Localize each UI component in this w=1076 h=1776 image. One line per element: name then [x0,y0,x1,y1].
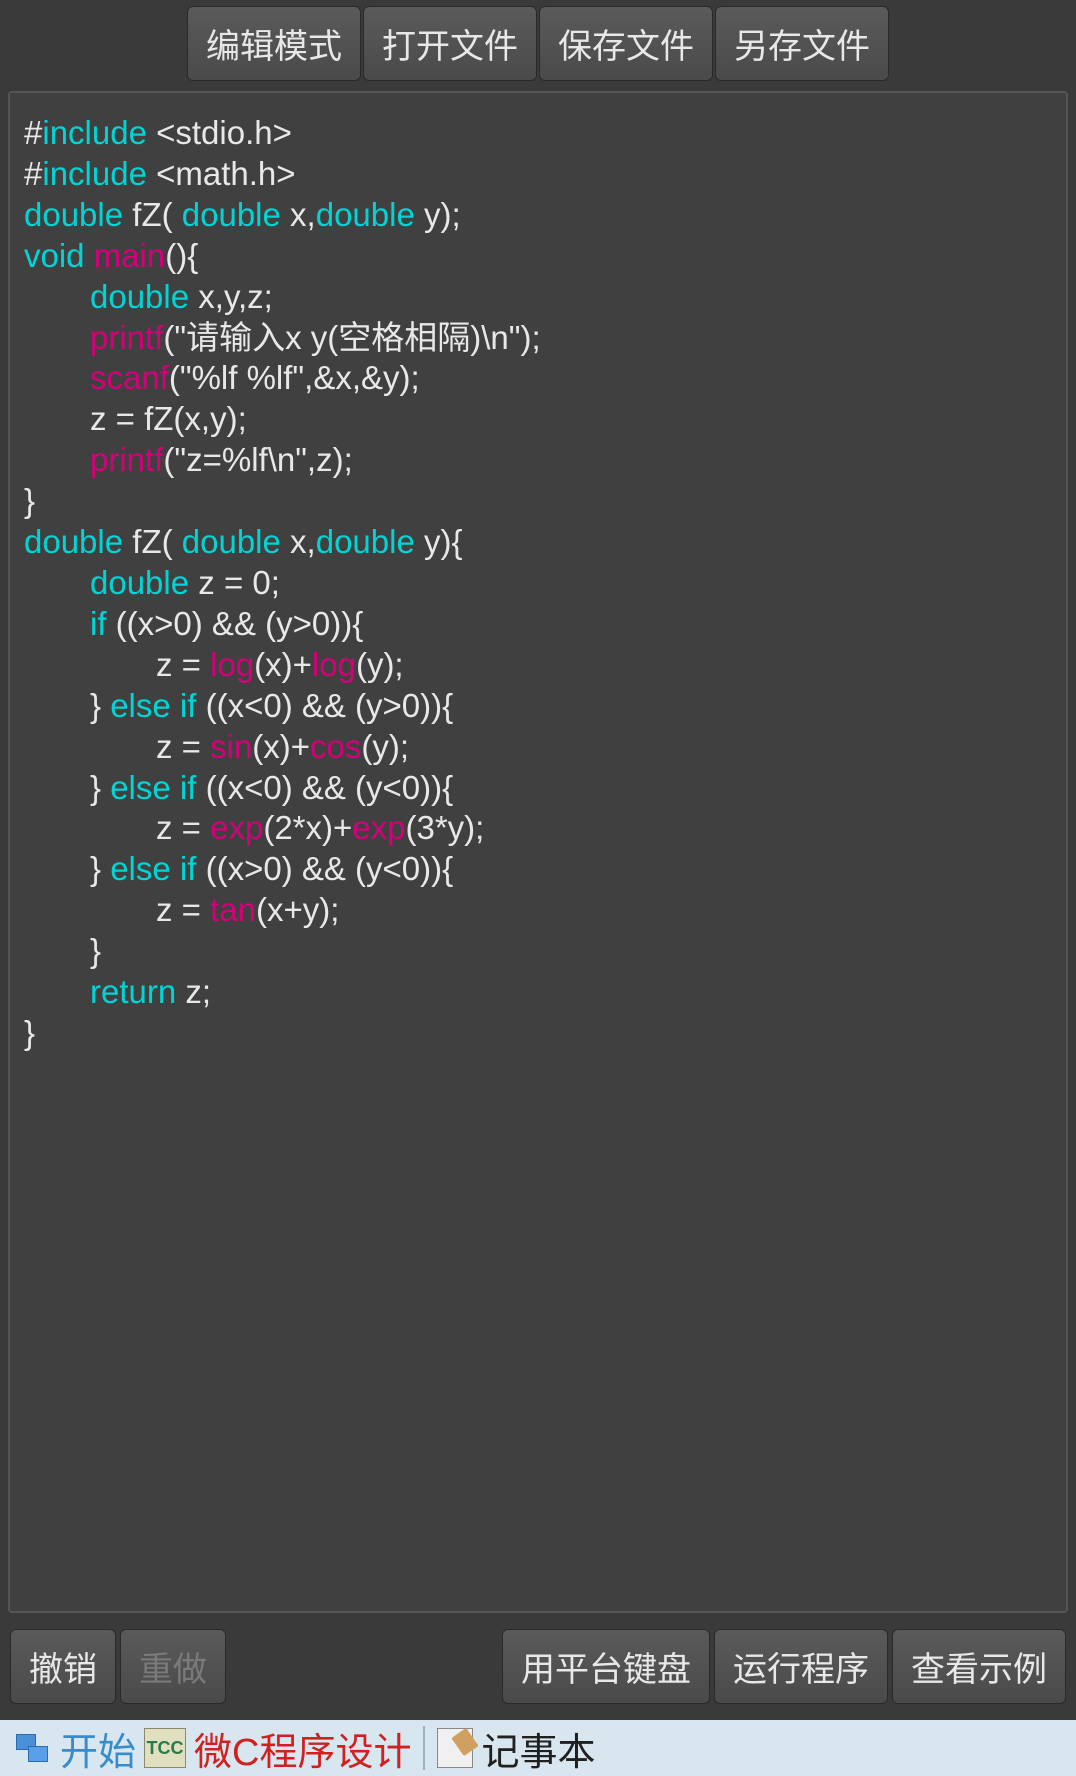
bottom-toolbar: 撤销 重做 用平台键盘 运行程序 查看示例 [0,1621,1076,1720]
taskbar-divider [423,1726,425,1770]
run-program-button[interactable]: 运行程序 [714,1629,888,1704]
taskbar-app-notepad[interactable]: 记事本 [481,1721,595,1776]
redo-button[interactable]: 重做 [120,1629,226,1704]
edit-mode-button[interactable]: 编辑模式 [187,6,361,81]
code-content: #include <stdio.h> #include <math.h> dou… [24,113,1052,1054]
start-button[interactable]: 开始 [60,1721,136,1776]
view-examples-button[interactable]: 查看示例 [892,1629,1066,1704]
save-as-button[interactable]: 另存文件 [715,6,889,81]
platform-keyboard-button[interactable]: 用平台键盘 [502,1629,710,1704]
code-editor[interactable]: #include <stdio.h> #include <math.h> dou… [8,91,1068,1613]
tcc-app-icon[interactable]: TCC [144,1728,186,1768]
top-toolbar: 编辑模式 打开文件 保存文件 另存文件 [0,0,1076,91]
taskbar-app-microc[interactable]: 微C程序设计 [194,1721,411,1776]
save-file-button[interactable]: 保存文件 [539,6,713,81]
start-icon[interactable] [12,1730,52,1766]
taskbar: 开始 TCC 微C程序设计 记事本 [0,1720,1076,1776]
notepad-app-icon[interactable] [437,1728,473,1768]
open-file-button[interactable]: 打开文件 [363,6,537,81]
undo-button[interactable]: 撤销 [10,1629,116,1704]
